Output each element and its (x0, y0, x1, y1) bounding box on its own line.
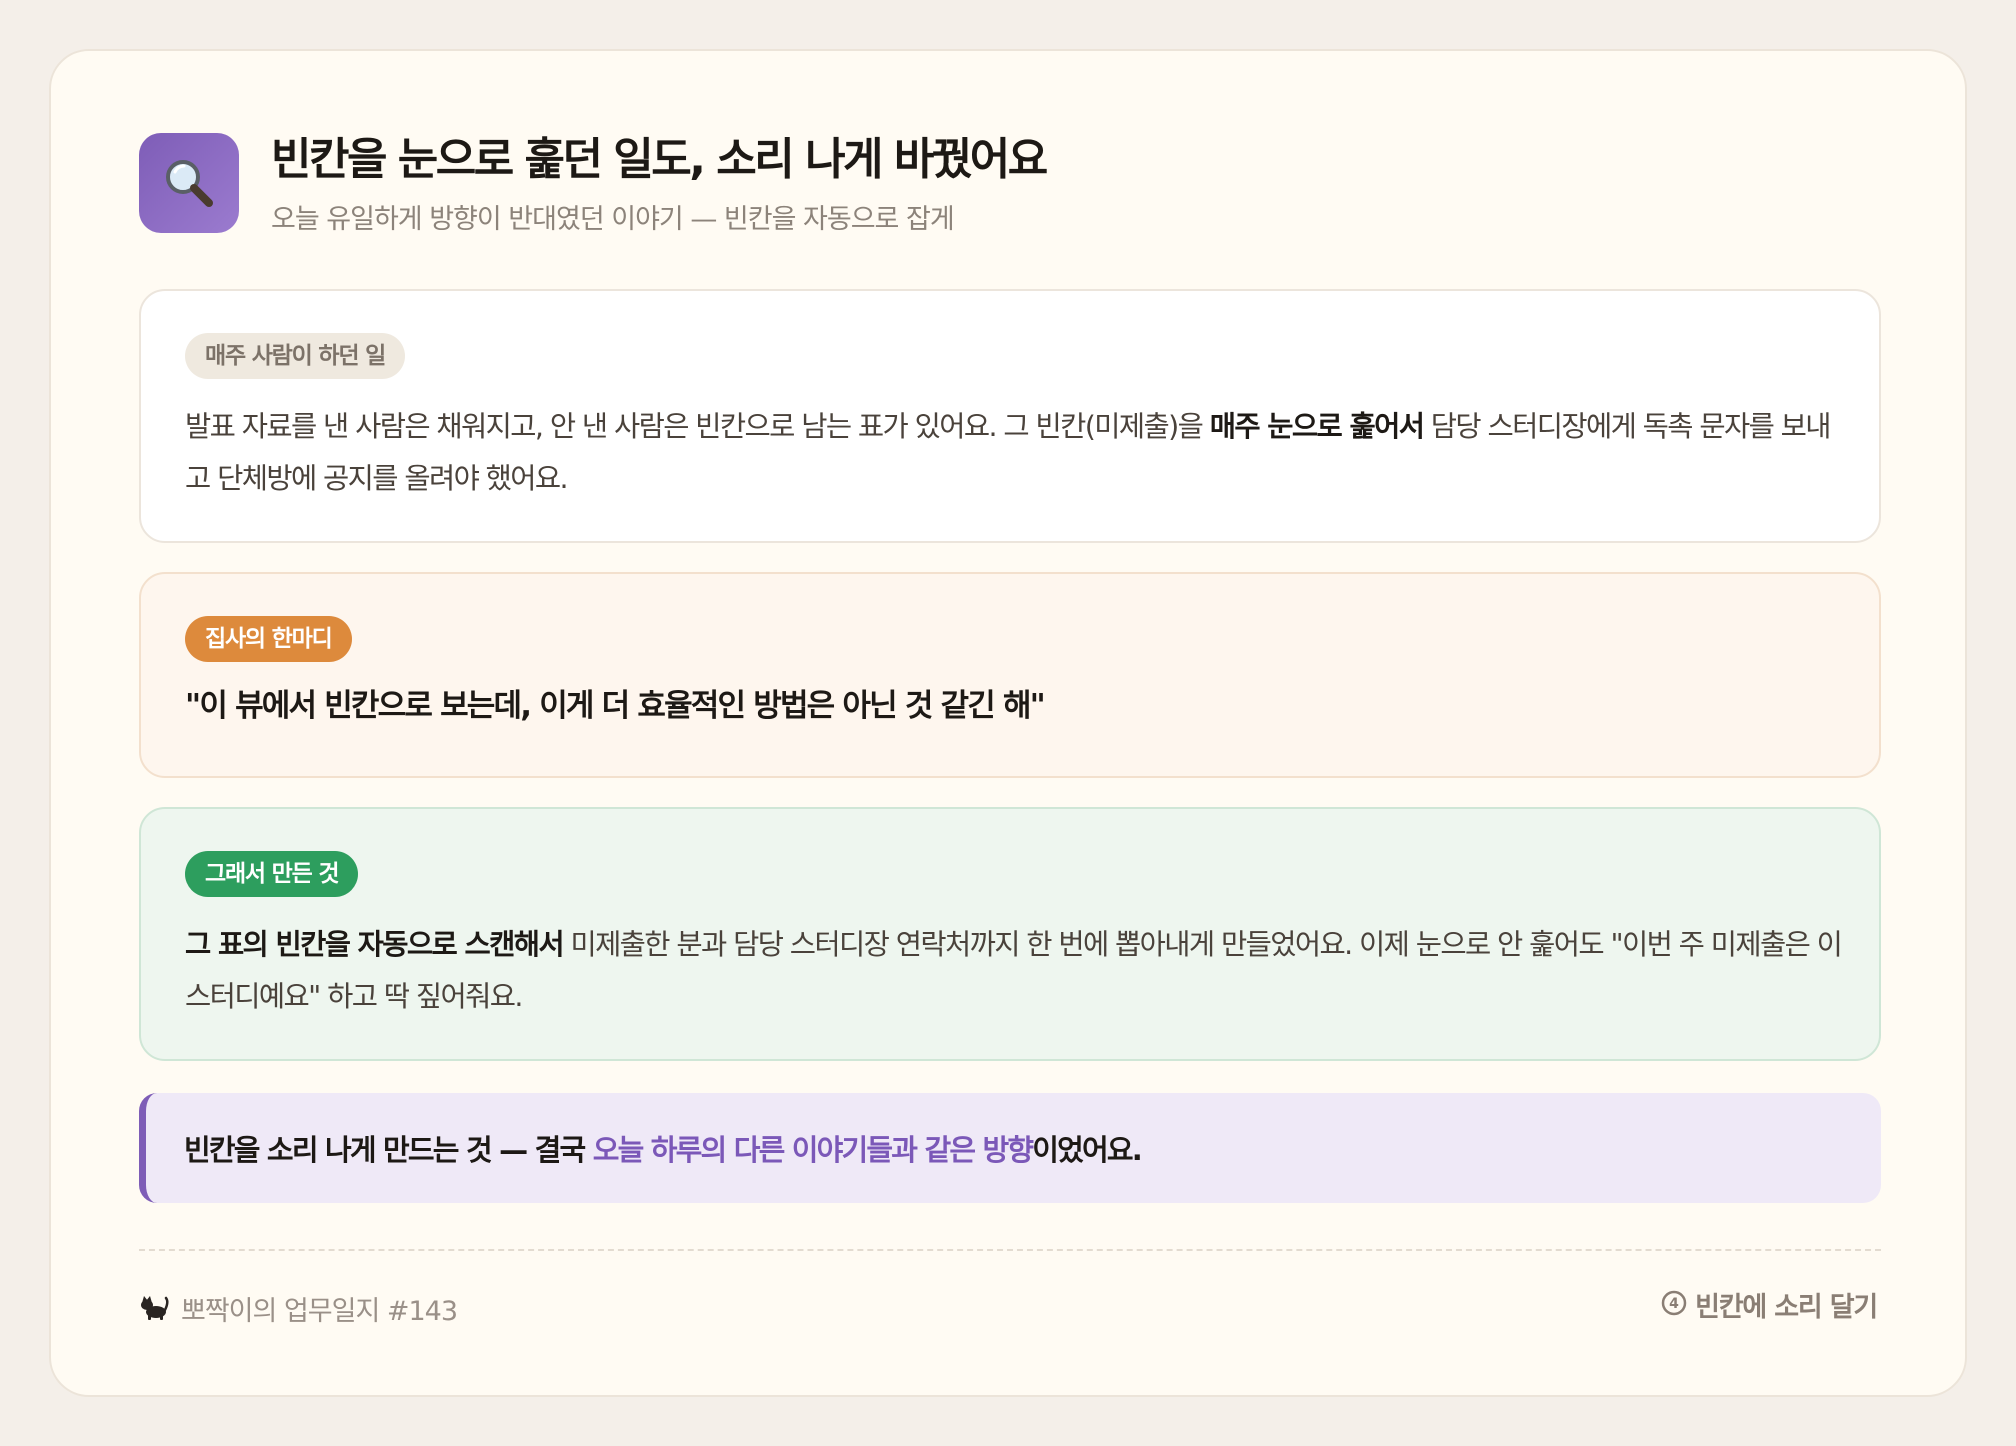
before-panel: 매주 사람이 하던 일 발표 자료를 낸 사람은 채워지고, 안 낸 사람은 빈… (139, 289, 1881, 543)
result-description: 그 표의 빈칸을 자동으로 스캔해서 미제출한 분과 담당 스터디장 연락처까지… (185, 928, 1843, 1013)
svg-text:4: 4 (1669, 1296, 1679, 1312)
magnifying-glass-icon (139, 133, 239, 233)
footer-journal: 뽀짝이의 업무일지 #143 (139, 1289, 458, 1328)
journal-label: 뽀짝이의 업무일지 #143 (181, 1296, 458, 1327)
circled-4-icon: 4 (1661, 1290, 1687, 1320)
result-panel: 그래서 만든 것 그 표의 빈칸을 자동으로 스캔해서 미제출한 분과 담당 스… (139, 807, 1881, 1061)
quote-panel: 집사의 한마디 "이 뷰에서 빈칸으로 보는데, 이게 더 효율적인 방법은 아… (139, 572, 1881, 778)
page-subtitle: 오늘 유일하게 방향이 반대였던 이야기 — 빈칸을 자동으로 잡게 (271, 204, 955, 235)
quote-tag: 집사의 한마디 (185, 616, 352, 662)
quote-text: "이 뷰에서 빈칸으로 보는데, 이게 더 효율적인 방법은 아닌 것 같긴 해… (185, 688, 1046, 724)
footer-divider (139, 1249, 1881, 1251)
cat-icon (139, 1292, 169, 1326)
result-emphasis: 그 표의 빈칸을 자동으로 스캔해서 (185, 928, 565, 961)
before-tag: 매주 사람이 하던 일 (185, 333, 406, 379)
before-description: 발표 자료를 낸 사람은 채워지고, 안 낸 사람은 빈칸으로 남는 표가 있어… (185, 410, 1832, 495)
story-card: 빈칸을 눈으로 훑던 일도, 소리 나게 바꿨어요 오늘 유일하게 방향이 반대… (49, 49, 1967, 1397)
footer-episode: 4 빈칸에 소리 달기 (1661, 1285, 1878, 1324)
before-emphasis: 매주 눈으로 훑어서 (1209, 410, 1425, 443)
result-tag: 그래서 만든 것 (185, 851, 359, 897)
page-title: 빈칸을 눈으로 훑던 일도, 소리 나게 바꿨어요 (271, 134, 1048, 185)
episode-label: 빈칸에 소리 달기 (1695, 1292, 1878, 1323)
conclusion-text: 빈칸을 소리 나게 만드는 것 — 결국 오늘 하루의 다른 이야기들과 같은 … (184, 1133, 1143, 1167)
conclusion-accent: 오늘 하루의 다른 이야기들과 같은 방향 (592, 1133, 1034, 1167)
conclusion-callout: 빈칸을 소리 나게 만드는 것 — 결국 오늘 하루의 다른 이야기들과 같은 … (139, 1093, 1881, 1203)
